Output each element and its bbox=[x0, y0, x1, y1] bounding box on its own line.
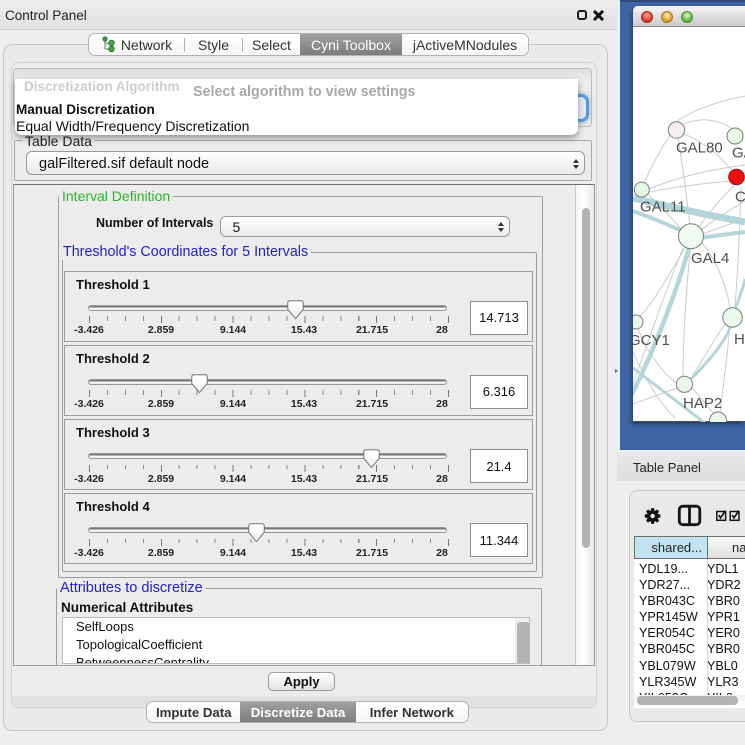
svg-text:GA: GA bbox=[732, 145, 745, 162]
svg-text:H: H bbox=[734, 331, 745, 348]
svg-text:HAP2: HAP2 bbox=[683, 395, 722, 412]
svg-text:GAL11: GAL11 bbox=[640, 199, 686, 216]
svg-text:GCY1: GCY1 bbox=[633, 332, 670, 349]
svg-text:GAL4: GAL4 bbox=[691, 250, 729, 267]
svg-text:C: C bbox=[735, 189, 745, 206]
svg-text:GAL80: GAL80 bbox=[676, 140, 723, 157]
